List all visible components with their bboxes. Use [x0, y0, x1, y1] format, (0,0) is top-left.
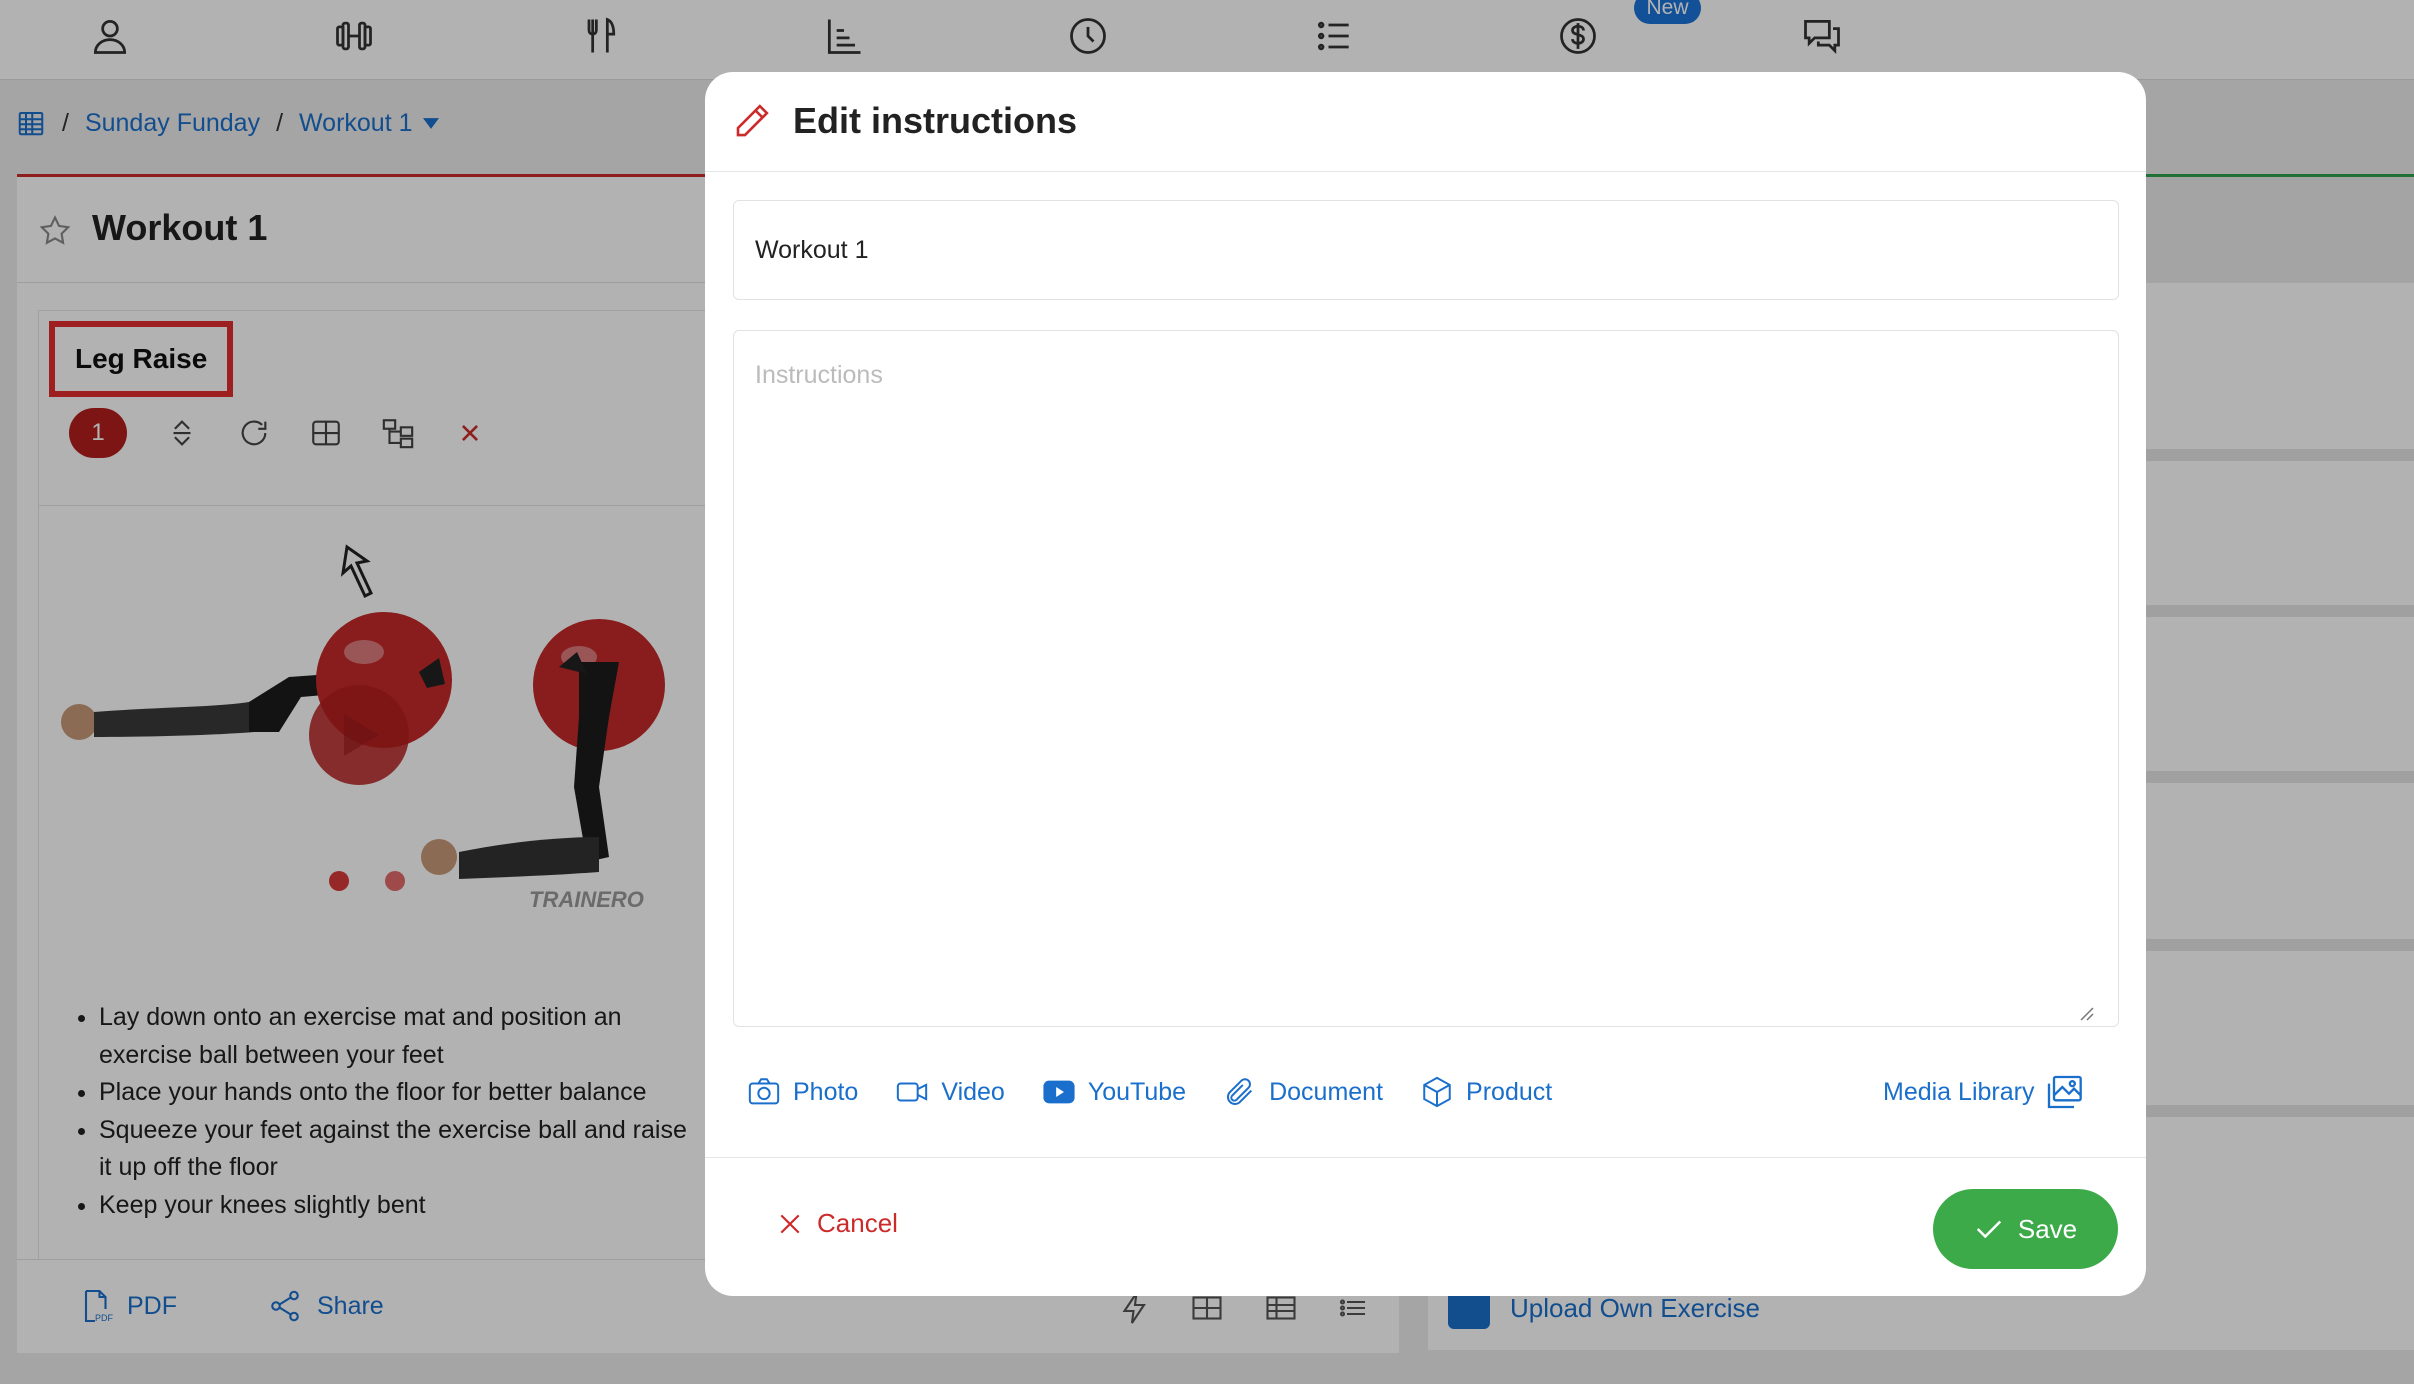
modal-footer: Cancel Save — [705, 1157, 2146, 1296]
instructions-textarea[interactable] — [733, 330, 2119, 1027]
paperclip-icon — [1223, 1075, 1257, 1109]
add-document-button[interactable]: Document — [1223, 1075, 1383, 1109]
add-youtube-button[interactable]: YouTube — [1042, 1075, 1186, 1109]
media-library-label: Media Library — [1883, 1077, 2035, 1106]
video-icon — [895, 1075, 929, 1109]
add-photo-button[interactable]: Photo — [747, 1075, 858, 1109]
gallery-icon — [2044, 1072, 2084, 1112]
cancel-label: Cancel — [817, 1208, 898, 1238]
cancel-button[interactable]: Cancel — [777, 1208, 898, 1239]
close-icon — [777, 1211, 803, 1237]
modal-header: Edit instructions — [705, 72, 2146, 172]
camera-icon — [747, 1075, 781, 1109]
workout-name-input[interactable] — [733, 200, 2119, 300]
product-label: Product — [1466, 1077, 1553, 1106]
photo-label: Photo — [793, 1077, 859, 1106]
add-video-button[interactable]: Video — [895, 1075, 1005, 1109]
pencil-icon — [731, 100, 773, 142]
box-icon — [1420, 1075, 1454, 1109]
add-product-button[interactable]: Product — [1420, 1075, 1552, 1109]
video-label: Video — [941, 1077, 1005, 1106]
save-button[interactable]: Save — [1933, 1189, 2118, 1269]
youtube-icon — [1042, 1075, 1076, 1109]
document-label: Document — [1269, 1077, 1384, 1106]
edit-instructions-modal: Edit instructions Photo Video YouTube — [705, 72, 2146, 1296]
check-icon — [1974, 1214, 2004, 1244]
resize-grip-icon[interactable] — [2077, 1004, 2095, 1022]
attachment-toolbar: Photo Video YouTube Document Product — [747, 1072, 1589, 1112]
media-library-button[interactable]: Media Library — [1883, 1072, 2084, 1112]
save-label: Save — [2017, 1213, 2078, 1244]
modal-title: Edit instructions — [793, 100, 1078, 141]
youtube-label: YouTube — [1087, 1077, 1187, 1106]
